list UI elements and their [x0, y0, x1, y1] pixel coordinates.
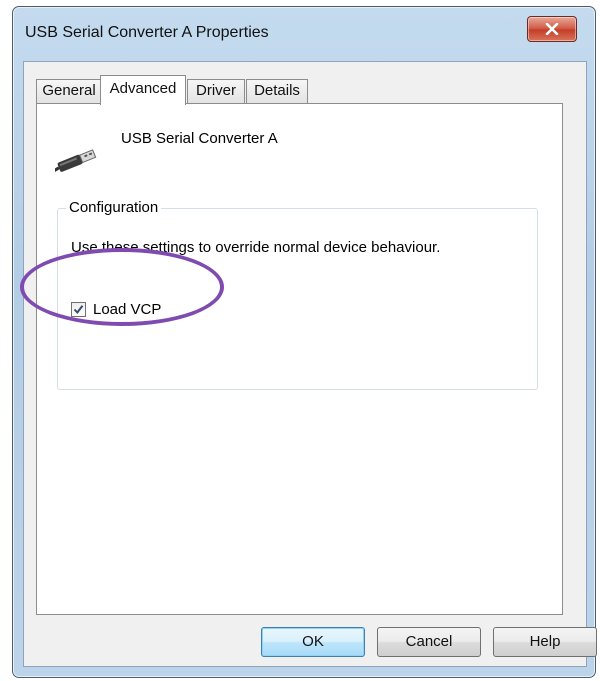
- tab-general[interactable]: General: [36, 79, 102, 103]
- configuration-description: Use these settings to override normal de…: [71, 239, 441, 256]
- close-button[interactable]: [527, 16, 577, 42]
- load-vcp-label: Load VCP: [93, 301, 162, 318]
- configuration-group: Configuration Use these settings to over…: [57, 199, 538, 390]
- load-vcp-checkbox[interactable]: [71, 302, 86, 317]
- tab-driver-label: Driver: [196, 82, 236, 99]
- window-title: USB Serial Converter A Properties: [25, 24, 269, 41]
- tab-general-label: General: [42, 82, 96, 99]
- tab-advanced[interactable]: Advanced: [100, 75, 186, 105]
- tab-driver[interactable]: Driver: [187, 79, 245, 103]
- usb-plug-icon: [55, 149, 97, 173]
- device-name: USB Serial Converter A: [121, 130, 278, 147]
- tab-details[interactable]: Details: [246, 79, 308, 103]
- ok-button[interactable]: OK: [261, 627, 365, 657]
- checkmark-icon: [73, 305, 84, 315]
- cancel-button[interactable]: Cancel: [377, 627, 481, 657]
- configuration-group-label: Configuration: [66, 199, 162, 216]
- close-icon: [545, 23, 559, 35]
- advanced-tab-panel: USB Serial Converter A Configuration Use…: [36, 103, 563, 615]
- properties-dialog: USB Serial Converter A Properties Genera…: [12, 6, 597, 678]
- tab-advanced-label: Advanced: [109, 80, 177, 97]
- help-button[interactable]: Help: [493, 627, 597, 657]
- dialog-body: General Advanced Driver Details USB Seri…: [23, 61, 597, 667]
- tab-details-label: Details: [254, 82, 300, 99]
